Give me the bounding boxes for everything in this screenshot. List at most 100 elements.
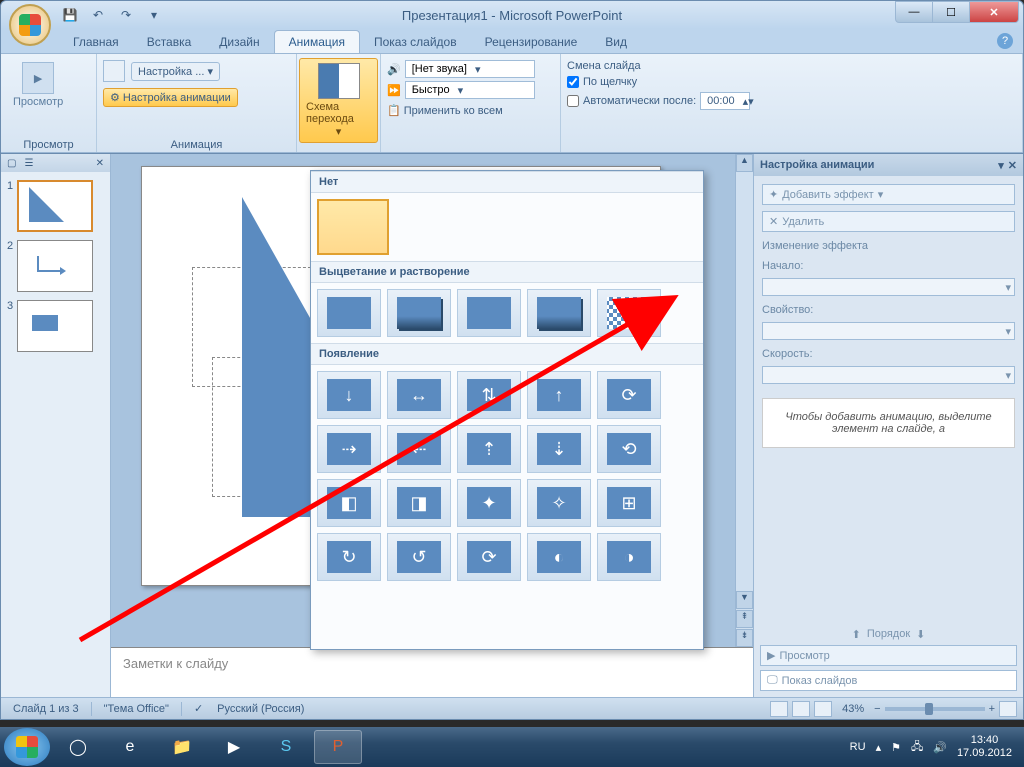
save-icon[interactable]: 💾 [59, 5, 81, 25]
start-combo[interactable]: ▾ [762, 278, 1015, 296]
transition-fade-2[interactable] [387, 289, 451, 337]
order-down-icon[interactable]: ⬇ [916, 628, 925, 641]
transition-appear-3[interactable]: ⇅ [457, 371, 521, 419]
speed-combo-pane[interactable]: ▾ [762, 366, 1015, 384]
quick-access-toolbar: 💾 ↶ ↷ ▾ [59, 1, 165, 29]
slideshow-view-icon[interactable] [814, 701, 832, 717]
property-combo[interactable]: ▾ [762, 322, 1015, 340]
sorter-view-icon[interactable] [792, 701, 810, 717]
task-pane-close-icon[interactable]: ✕ [1008, 159, 1017, 172]
tray-language[interactable]: RU [850, 741, 866, 753]
tab-home[interactable]: Главная [59, 31, 133, 53]
tray-network-icon[interactable]: 🖧 [911, 738, 923, 757]
tab-animation[interactable]: Анимация [274, 30, 360, 53]
slideshow-pane-button[interactable]: 🖵 Показ слайдов [760, 670, 1017, 691]
tray-flag-icon[interactable]: ⚑ [891, 741, 901, 754]
normal-view-icon[interactable] [770, 701, 788, 717]
ribbon-group-animation: Настройка ... ▾ ⚙ Настройка анимации Ани… [97, 54, 297, 152]
taskbar-chrome-icon[interactable]: ◯ [54, 730, 102, 764]
undo-icon[interactable]: ↶ [87, 5, 109, 25]
transition-appear-17[interactable]: ↺ [387, 533, 451, 581]
outline-tab-icon[interactable]: ☰ [24, 158, 33, 169]
transition-appear-13[interactable]: ✦ [457, 479, 521, 527]
tray-volume-icon[interactable]: 🔊 [933, 741, 947, 754]
taskbar-ie-icon[interactable]: e [106, 730, 154, 764]
tab-view[interactable]: Вид [591, 31, 641, 53]
redo-icon[interactable]: ↷ [115, 5, 137, 25]
transition-fade-3[interactable] [457, 289, 521, 337]
tab-insert[interactable]: Вставка [133, 31, 206, 53]
transition-appear-6[interactable]: ⇢ [317, 425, 381, 473]
transition-fade-1[interactable] [317, 289, 381, 337]
animation-settings-button[interactable]: ⚙ Настройка анимации [103, 88, 238, 107]
panel-close-icon[interactable]: ✕ [96, 158, 104, 169]
slide-thumb-1[interactable]: 1 [7, 180, 104, 232]
apply-all-button[interactable]: 📋 Применить ко всем [387, 102, 503, 119]
help-icon[interactable]: ? [997, 33, 1013, 49]
slides-tab-icon[interactable]: ▢ [7, 158, 16, 169]
transition-appear-5[interactable]: ⟳ [597, 371, 661, 419]
taskbar-powerpoint-icon[interactable]: P [314, 730, 362, 764]
notes-area[interactable]: Заметки к слайду [111, 647, 753, 697]
taskbar-skype-icon[interactable]: S [262, 730, 310, 764]
speed-combo[interactable]: Быстро▾ [405, 81, 535, 99]
transition-appear-12[interactable]: ◨ [387, 479, 451, 527]
fit-icon[interactable] [999, 701, 1017, 717]
maximize-button[interactable]: ☐ [932, 1, 970, 23]
tray-clock[interactable]: 13:40 17.09.2012 [957, 734, 1012, 760]
zoom-out-icon[interactable]: − [874, 703, 880, 715]
preview-button[interactable]: ▶ Просмотр [7, 60, 69, 110]
transition-appear-4[interactable]: ↑ [527, 371, 591, 419]
transition-dissolve[interactable] [597, 289, 661, 337]
spellcheck-icon[interactable]: ✓ [188, 702, 209, 715]
transition-appear-7[interactable]: ⇠ [387, 425, 451, 473]
transition-appear-19[interactable]: ◐ [527, 533, 591, 581]
taskbar-media-icon[interactable]: ▶ [210, 730, 258, 764]
tab-review[interactable]: Рецензирование [471, 31, 592, 53]
office-button[interactable] [9, 4, 51, 46]
sound-combo[interactable]: [Нет звука]▾ [405, 60, 535, 78]
transition-appear-10[interactable]: ⟲ [597, 425, 661, 473]
minimize-button[interactable]: — [895, 1, 933, 23]
start-button[interactable] [4, 728, 50, 766]
transition-fade-4[interactable] [527, 289, 591, 337]
transition-appear-18[interactable]: ⟳ [457, 533, 521, 581]
qat-dropdown-icon[interactable]: ▾ [143, 5, 165, 25]
settings-dropdown[interactable]: Настройка ... ▾ [131, 62, 220, 81]
on-click-checkbox[interactable]: По щелчку [567, 76, 637, 88]
zoom-percent[interactable]: 43% [836, 703, 870, 715]
tab-slideshow[interactable]: Показ слайдов [360, 31, 471, 53]
tray-up-icon[interactable]: ▴ [876, 741, 882, 754]
order-label: Порядок [867, 628, 910, 641]
transition-appear-16[interactable]: ↻ [317, 533, 381, 581]
remove-effect-button[interactable]: ✕ Удалить [762, 211, 1015, 232]
preview-icon: ▶ [22, 62, 54, 94]
auto-after-checkbox[interactable]: Автоматически после: 00:00▴▾ [567, 92, 750, 110]
transition-appear-14[interactable]: ✧ [527, 479, 591, 527]
vertical-scrollbar[interactable]: ▲ ▼ ⇞ ⇟ [735, 154, 753, 647]
transition-appear-9[interactable]: ⇣ [527, 425, 591, 473]
close-button[interactable]: ✕ [969, 1, 1019, 23]
transition-appear-15[interactable]: ⊞ [597, 479, 661, 527]
zoom-in-icon[interactable]: + [989, 703, 995, 715]
transition-none[interactable] [317, 199, 389, 255]
slide-thumb-3[interactable]: 3 [7, 300, 104, 352]
taskbar-explorer-icon[interactable]: 📁 [158, 730, 206, 764]
transition-scheme-button[interactable]: Схема перехода▾ [299, 58, 378, 143]
tab-design[interactable]: Дизайн [205, 31, 273, 53]
transition-appear-2[interactable]: ↔ [387, 371, 451, 419]
zoom-slider[interactable] [885, 707, 985, 711]
status-language[interactable]: Русский (Россия) [211, 703, 310, 715]
add-effect-button[interactable]: ✦ Добавить эффект ▾ [762, 184, 1015, 205]
order-up-icon[interactable]: ⬆ [852, 628, 861, 641]
task-pane-menu-icon[interactable]: ▾ [998, 159, 1004, 172]
transition-appear-20[interactable]: ◑ [597, 533, 661, 581]
slide-thumb-2[interactable]: 2 [7, 240, 104, 292]
preview-pane-button[interactable]: ▶ Просмотр [760, 645, 1017, 666]
transition-appear-11[interactable]: ◧ [317, 479, 381, 527]
taskbar: ◯ e 📁 ▶ S P RU ▴ ⚑ 🖧 🔊 13:40 17.09.2012 [0, 727, 1024, 767]
transition-appear-1[interactable]: ↓ [317, 371, 381, 419]
transition-appear-8[interactable]: ⇡ [457, 425, 521, 473]
animate-icon[interactable] [103, 60, 125, 82]
scheme-label: Схема перехода [306, 101, 371, 125]
